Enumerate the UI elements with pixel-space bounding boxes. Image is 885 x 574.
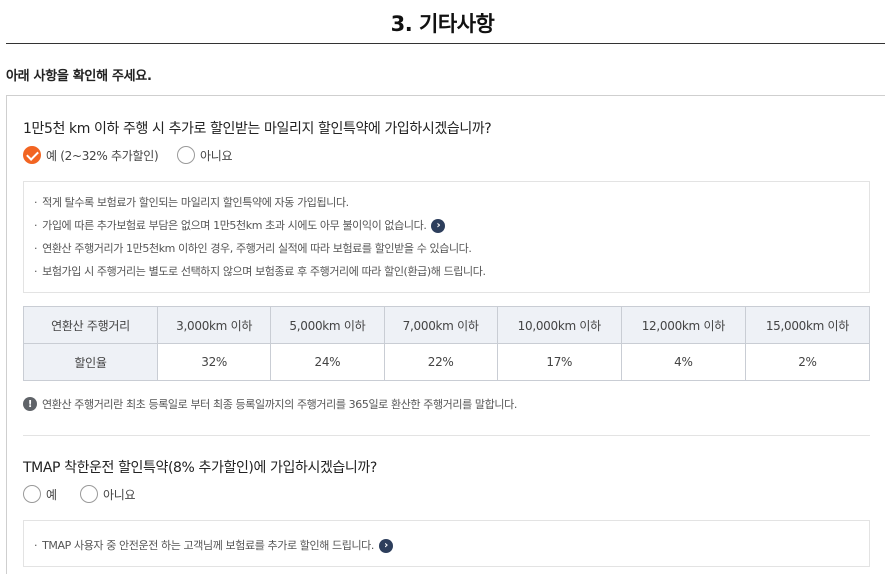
- mileage-note: ! 연환산 주행거리란 최초 등록일로 부터 최종 등록일까지의 주행거리를 3…: [23, 396, 517, 412]
- mileage-question: 1만5천 km 이하 주행 시 추가로 할인받는 마일리지 할인특약에 가입하시…: [23, 121, 492, 137]
- radio-checked-icon[interactable]: [23, 146, 41, 164]
- table-header-cell: 12,000km 이하: [620, 306, 746, 344]
- table-cell: 17%: [496, 343, 622, 381]
- table-header-cell: 15,000km 이하: [744, 306, 871, 344]
- radio-unchecked-icon[interactable]: [80, 485, 98, 503]
- table-row-label: 할인율: [23, 343, 158, 381]
- section-title: 3. 기타사항: [390, 12, 495, 36]
- mileage-option-no[interactable]: 아니요: [177, 146, 233, 164]
- table-header-cell: 10,000km 이하: [496, 306, 622, 344]
- chevron-right-icon[interactable]: ›: [431, 218, 446, 233]
- table-header-label: 연환산 주행거리: [23, 306, 158, 344]
- table-header-cell: 7,000km 이하: [383, 306, 498, 344]
- list-item: · 보험가입 시 주행거리는 별도로 선택하지 않으며 보험종료 후 주행거리에 …: [34, 265, 486, 278]
- table-header-cell: 3,000km 이하: [156, 306, 272, 344]
- radio-unchecked-icon[interactable]: [23, 485, 41, 503]
- tmap-option-yes-label: 예: [46, 487, 57, 502]
- table-cell: 22%: [383, 343, 498, 381]
- table-cell: 32%: [156, 343, 272, 381]
- list-item: · TMAP 사용자 중 안전운전 하는 고객님께 보험료를 추가로 할인해 드립…: [24, 534, 869, 557]
- tmap-option-no[interactable]: 아니요: [80, 485, 136, 503]
- mileage-option-no-label: 아니요: [200, 148, 233, 163]
- tmap-option-no-label: 아니요: [103, 487, 136, 502]
- table-cell: 4%: [620, 343, 746, 381]
- tmap-question: TMAP 착한운전 할인특약(8% 추가할인)에 가입하시겠습니까?: [23, 460, 377, 476]
- list-item: · 가입에 따른 추가보험료 부담은 없으며 1만5천km 초과 시에도 아무 불…: [24, 214, 869, 237]
- table-row: 할인율 32% 24% 22% 17% 4% 2%: [23, 343, 871, 381]
- radio-unchecked-icon[interactable]: [177, 146, 195, 164]
- list-item: · 적게 탈수록 보험료가 할인되는 마일리지 할인특약에 자동 가입됩니다.: [34, 196, 349, 209]
- mileage-info-box: · 적게 탈수록 보험료가 할인되는 마일리지 할인특약에 자동 가입됩니다. ·…: [23, 181, 870, 293]
- exclamation-circle-icon: !: [23, 397, 37, 411]
- mileage-option-yes-label: 예 (2~32% 추가할인): [46, 148, 159, 163]
- chevron-right-icon[interactable]: ›: [379, 538, 394, 553]
- list-item: · 연환산 주행거리가 1만5천km 이하인 경우, 주행거리 실적에 따라 보험…: [34, 242, 472, 255]
- table-cell: 2%: [744, 343, 871, 381]
- table-header-row: 연환산 주행거리 3,000km 이하 5,000km 이하 7,000km 이…: [23, 306, 871, 344]
- question-divider: [23, 435, 870, 436]
- mileage-discount-table: 연환산 주행거리 3,000km 이하 5,000km 이하 7,000km 이…: [23, 306, 871, 381]
- section-intro: 아래 사항을 확인해 주세요.: [6, 69, 152, 84]
- mileage-option-yes[interactable]: 예 (2~32% 추가할인): [23, 146, 159, 164]
- title-divider: [6, 43, 885, 44]
- tmap-option-yes[interactable]: 예: [23, 485, 57, 503]
- table-cell: 24%: [270, 343, 385, 381]
- tmap-info-box: · TMAP 사용자 중 안전운전 하는 고객님께 보험료를 추가로 할인해 드립…: [23, 520, 870, 567]
- table-header-cell: 5,000km 이하: [270, 306, 385, 344]
